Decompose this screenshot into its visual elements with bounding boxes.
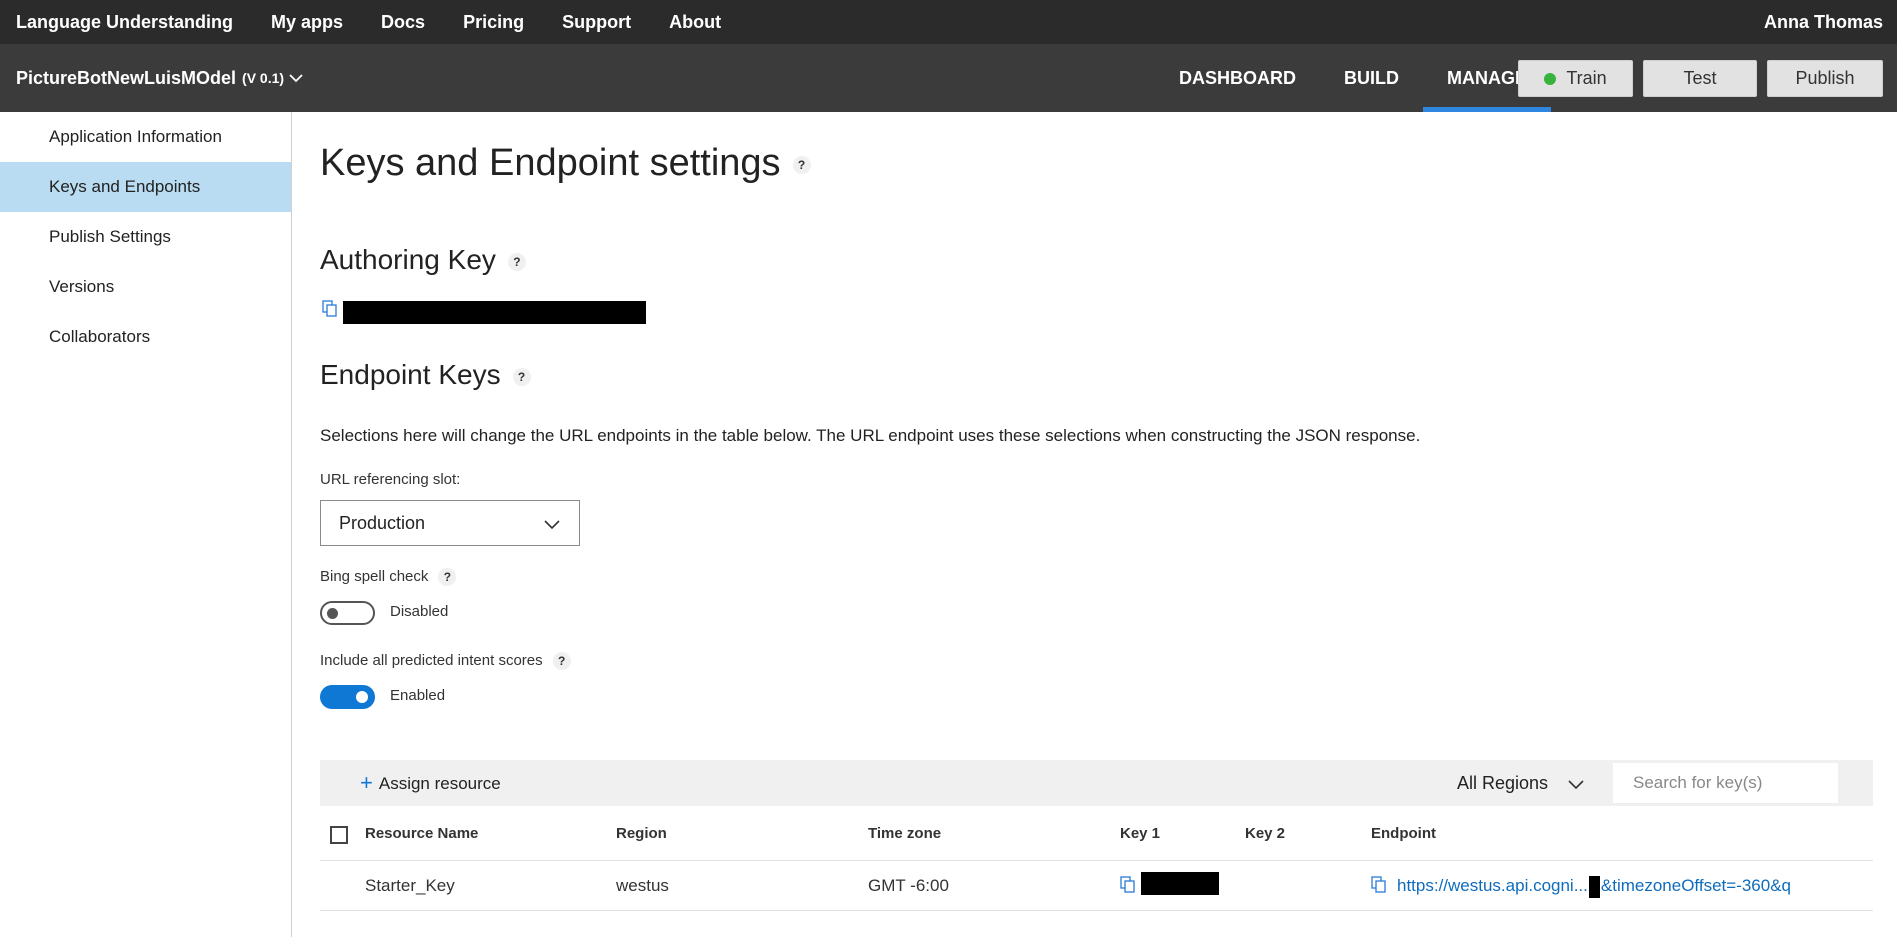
endpoint-keys-heading-text: Endpoint Keys: [320, 359, 501, 390]
intent-scores-toggle[interactable]: [320, 685, 375, 709]
column-header-region[interactable]: Region: [616, 806, 667, 861]
slot-select-value: Production: [339, 513, 426, 533]
column-header-resource-name[interactable]: Resource Name: [365, 806, 478, 861]
chevron-down-icon: [1568, 780, 1584, 790]
spell-check-label-text: Bing spell check: [320, 568, 429, 585]
sidebar-item-keys-and-endpoints[interactable]: Keys and Endpoints: [0, 162, 291, 212]
page-title-text: Keys and Endpoint settings: [320, 142, 781, 184]
chevron-down-icon: [289, 74, 303, 83]
user-name[interactable]: Anna Thomas: [1764, 0, 1883, 44]
regions-dropdown[interactable]: All Regions: [1457, 760, 1585, 806]
nav-my-apps[interactable]: My apps: [271, 12, 343, 33]
plus-icon: +: [360, 770, 373, 795]
key-1-value-redacted: [1141, 872, 1219, 895]
sidebar-item-publish-settings[interactable]: Publish Settings: [0, 212, 291, 262]
chevron-down-icon: [544, 520, 560, 530]
column-header-key-2[interactable]: Key 2: [1245, 806, 1285, 861]
app-bar: PictureBotNewLuisMOdel (V 0.1) DASHBOARD…: [0, 44, 1897, 112]
endpoint-keys-heading: Endpoint Keys?: [320, 359, 531, 391]
cell-region: westus: [616, 876, 669, 895]
help-icon[interactable]: ?: [438, 568, 457, 587]
help-icon[interactable]: ?: [512, 367, 531, 386]
sidebar-item-versions[interactable]: Versions: [0, 262, 291, 312]
nav-about[interactable]: About: [669, 12, 721, 33]
train-label: Train: [1566, 68, 1607, 88]
tab-dashboard[interactable]: DASHBOARD: [1155, 44, 1320, 112]
resource-toolbar: + Assign resource All Regions: [320, 760, 1873, 806]
train-status-icon: [1544, 72, 1557, 85]
train-button[interactable]: Train: [1518, 60, 1633, 97]
copy-icon[interactable]: [1371, 876, 1387, 894]
endpoint-description: Selections here will change the URL endp…: [320, 426, 1421, 445]
endpoint-url-link[interactable]: https://westus.api.cogni... &timezoneOffs…: [1397, 861, 1791, 911]
slot-label: URL referencing slot:: [320, 471, 461, 488]
tab-build[interactable]: BUILD: [1320, 44, 1423, 112]
spell-check-toggle[interactable]: [320, 601, 375, 625]
help-icon[interactable]: ?: [792, 155, 811, 174]
toggle-knob: [356, 691, 368, 703]
assign-resource-label: Assign resource: [378, 774, 501, 793]
search-input[interactable]: [1613, 763, 1838, 803]
column-header-time-zone[interactable]: Time zone: [868, 806, 941, 861]
endpoint-url-suffix: &timezoneOffset=-360&q: [1600, 876, 1791, 895]
test-button[interactable]: Test: [1643, 60, 1757, 97]
regions-dropdown-value: All Regions: [1457, 773, 1549, 793]
table-row: Starter_Key westus GMT -6:00 https://wes…: [320, 861, 1873, 911]
intent-scores-label-text: Include all predicted intent scores: [320, 652, 543, 669]
app-name: PictureBotNewLuisMOdel: [16, 67, 237, 88]
select-all-checkbox[interactable]: [330, 826, 348, 844]
nav-support[interactable]: Support: [562, 12, 631, 33]
cell-time-zone: GMT -6:00: [868, 876, 949, 895]
test-label: Test: [1683, 68, 1717, 88]
column-header-key-1[interactable]: Key 1: [1120, 806, 1160, 861]
spell-check-label: Bing spell check?: [320, 568, 457, 587]
publish-label: Publish: [1795, 68, 1855, 88]
table-header: Resource Name Region Time zone Key 1 Key…: [320, 806, 1873, 861]
toggle-knob: [327, 608, 338, 619]
authoring-key-value-redacted: [343, 301, 646, 324]
page-title: Keys and Endpoint settings?: [320, 142, 811, 185]
help-icon[interactable]: ?: [552, 652, 571, 671]
endpoint-redacted: [1588, 875, 1600, 898]
sidebar-item-collaborators[interactable]: Collaborators: [0, 312, 291, 362]
assign-resource-button[interactable]: + Assign resource: [360, 760, 501, 806]
cell-resource-name: Starter_Key: [365, 876, 455, 895]
endpoint-url-prefix: https://westus.api.cogni...: [1397, 876, 1588, 895]
app-version: (V 0.1): [242, 70, 285, 86]
app-selector[interactable]: PictureBotNewLuisMOdel (V 0.1): [16, 44, 304, 112]
copy-icon[interactable]: [1120, 876, 1136, 894]
authoring-key-heading-text: Authoring Key: [320, 244, 496, 275]
intent-scores-state: Enabled: [390, 687, 446, 704]
publish-button[interactable]: Publish: [1767, 60, 1883, 97]
sidebar: Application Information Keys and Endpoin…: [0, 112, 292, 937]
slot-select[interactable]: Production: [320, 500, 580, 546]
copy-icon[interactable]: [322, 300, 338, 318]
authoring-key-heading: Authoring Key?: [320, 244, 526, 276]
tab-bar: DASHBOARD BUILD MANAGE: [1155, 44, 1551, 112]
top-nav: Language Understanding My apps Docs Pric…: [0, 0, 1897, 44]
intent-scores-label: Include all predicted intent scores?: [320, 652, 571, 671]
spell-check-state: Disabled: [390, 603, 449, 620]
help-icon[interactable]: ?: [507, 252, 526, 271]
nav-language-understanding[interactable]: Language Understanding: [16, 12, 233, 33]
sidebar-item-application-information[interactable]: Application Information: [0, 112, 291, 162]
nav-pricing[interactable]: Pricing: [463, 12, 524, 33]
nav-docs[interactable]: Docs: [381, 12, 425, 33]
column-header-endpoint[interactable]: Endpoint: [1371, 806, 1436, 861]
